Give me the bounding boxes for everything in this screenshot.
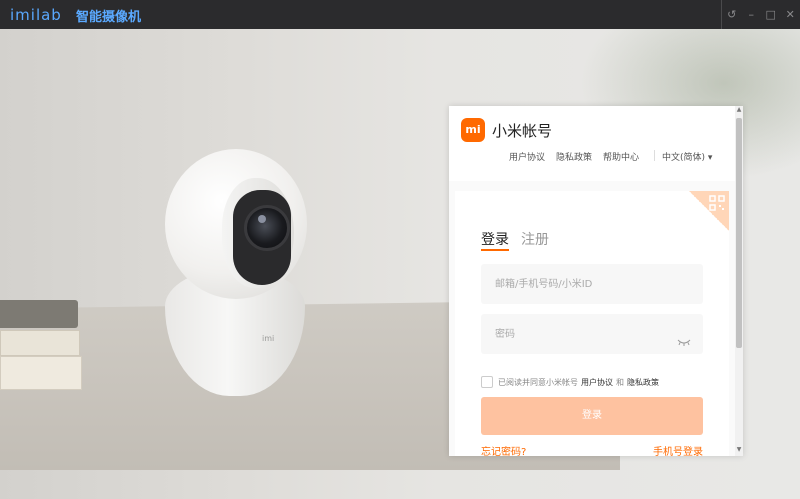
header-links: 用户协议 隐私政策 帮助中心 — [509, 150, 639, 163]
book — [0, 300, 78, 328]
qr-code-icon — [709, 195, 725, 211]
lens-glint — [258, 215, 266, 223]
window-controls: ↺ – □ ✕ — [721, 0, 800, 29]
book — [0, 330, 80, 356]
agreement-text: 已阅读并同意小米帐号 — [498, 377, 578, 387]
tab-register[interactable]: 注册 — [521, 229, 549, 249]
agreement-and: 和 — [616, 377, 624, 387]
panel-title: 小米帐号 — [492, 122, 553, 140]
card-area: 登录 注册 已阅读并同意小米帐号 用户协议 和 隐私政策 登录 忘记密码? 手机… — [449, 181, 735, 456]
account-input[interactable] — [481, 264, 703, 304]
camera-brand-logo: imi — [262, 334, 275, 343]
tab-login[interactable]: 登录 — [481, 229, 509, 249]
agreement-privacy-link[interactable]: 隐私政策 — [627, 377, 659, 388]
privacy-policy-link[interactable]: 隐私政策 — [556, 150, 592, 163]
mi-logo: mi — [461, 118, 485, 142]
divider — [654, 150, 655, 161]
maximize-icon[interactable]: □ — [762, 8, 780, 21]
books-stack — [0, 300, 82, 395]
eye-closed-icon[interactable] — [677, 338, 691, 346]
scroll-down-icon[interactable]: ▼ — [735, 446, 743, 456]
active-tab-indicator — [481, 249, 509, 251]
app-title: 智能摄像机 — [76, 10, 142, 25]
book — [0, 356, 82, 390]
language-select[interactable]: 中文(简体) ▾ — [662, 150, 712, 163]
qr-login-toggle[interactable] — [689, 191, 729, 231]
password-input[interactable] — [481, 314, 703, 354]
scrollbar[interactable]: ▲ ▼ — [735, 106, 743, 456]
camera-lens — [244, 205, 290, 251]
imilab-logo: imilab — [10, 6, 62, 24]
agreement-row: 已阅读并同意小米帐号 用户协议 和 隐私政策 — [481, 376, 662, 388]
restore-icon[interactable]: ↺ — [723, 8, 741, 21]
help-center-link[interactable]: 帮助中心 — [603, 150, 639, 163]
agreement-user-link[interactable]: 用户协议 — [581, 377, 613, 388]
scroll-up-icon[interactable]: ▲ — [735, 106, 743, 116]
phone-login-link[interactable]: 手机号登录 — [653, 443, 703, 456]
user-agreement-link[interactable]: 用户协议 — [509, 150, 545, 163]
close-icon[interactable]: ✕ — [781, 8, 799, 21]
minimize-icon[interactable]: – — [742, 8, 760, 21]
scrollbar-thumb[interactable] — [736, 118, 742, 348]
login-card: 登录 注册 已阅读并同意小米帐号 用户协议 和 隐私政策 登录 忘记密码? 手机… — [455, 191, 729, 456]
login-button[interactable]: 登录 — [481, 397, 703, 435]
agreement-checkbox[interactable] — [481, 376, 493, 388]
title-bar: imilab 智能摄像机 ↺ – □ ✕ — [0, 0, 800, 29]
forgot-password-link[interactable]: 忘记密码? — [481, 443, 526, 456]
mi-account-login-panel: mi 小米帐号 用户协议 隐私政策 帮助中心 中文(简体) ▾ 登录 注册 邮箱… — [449, 106, 743, 456]
